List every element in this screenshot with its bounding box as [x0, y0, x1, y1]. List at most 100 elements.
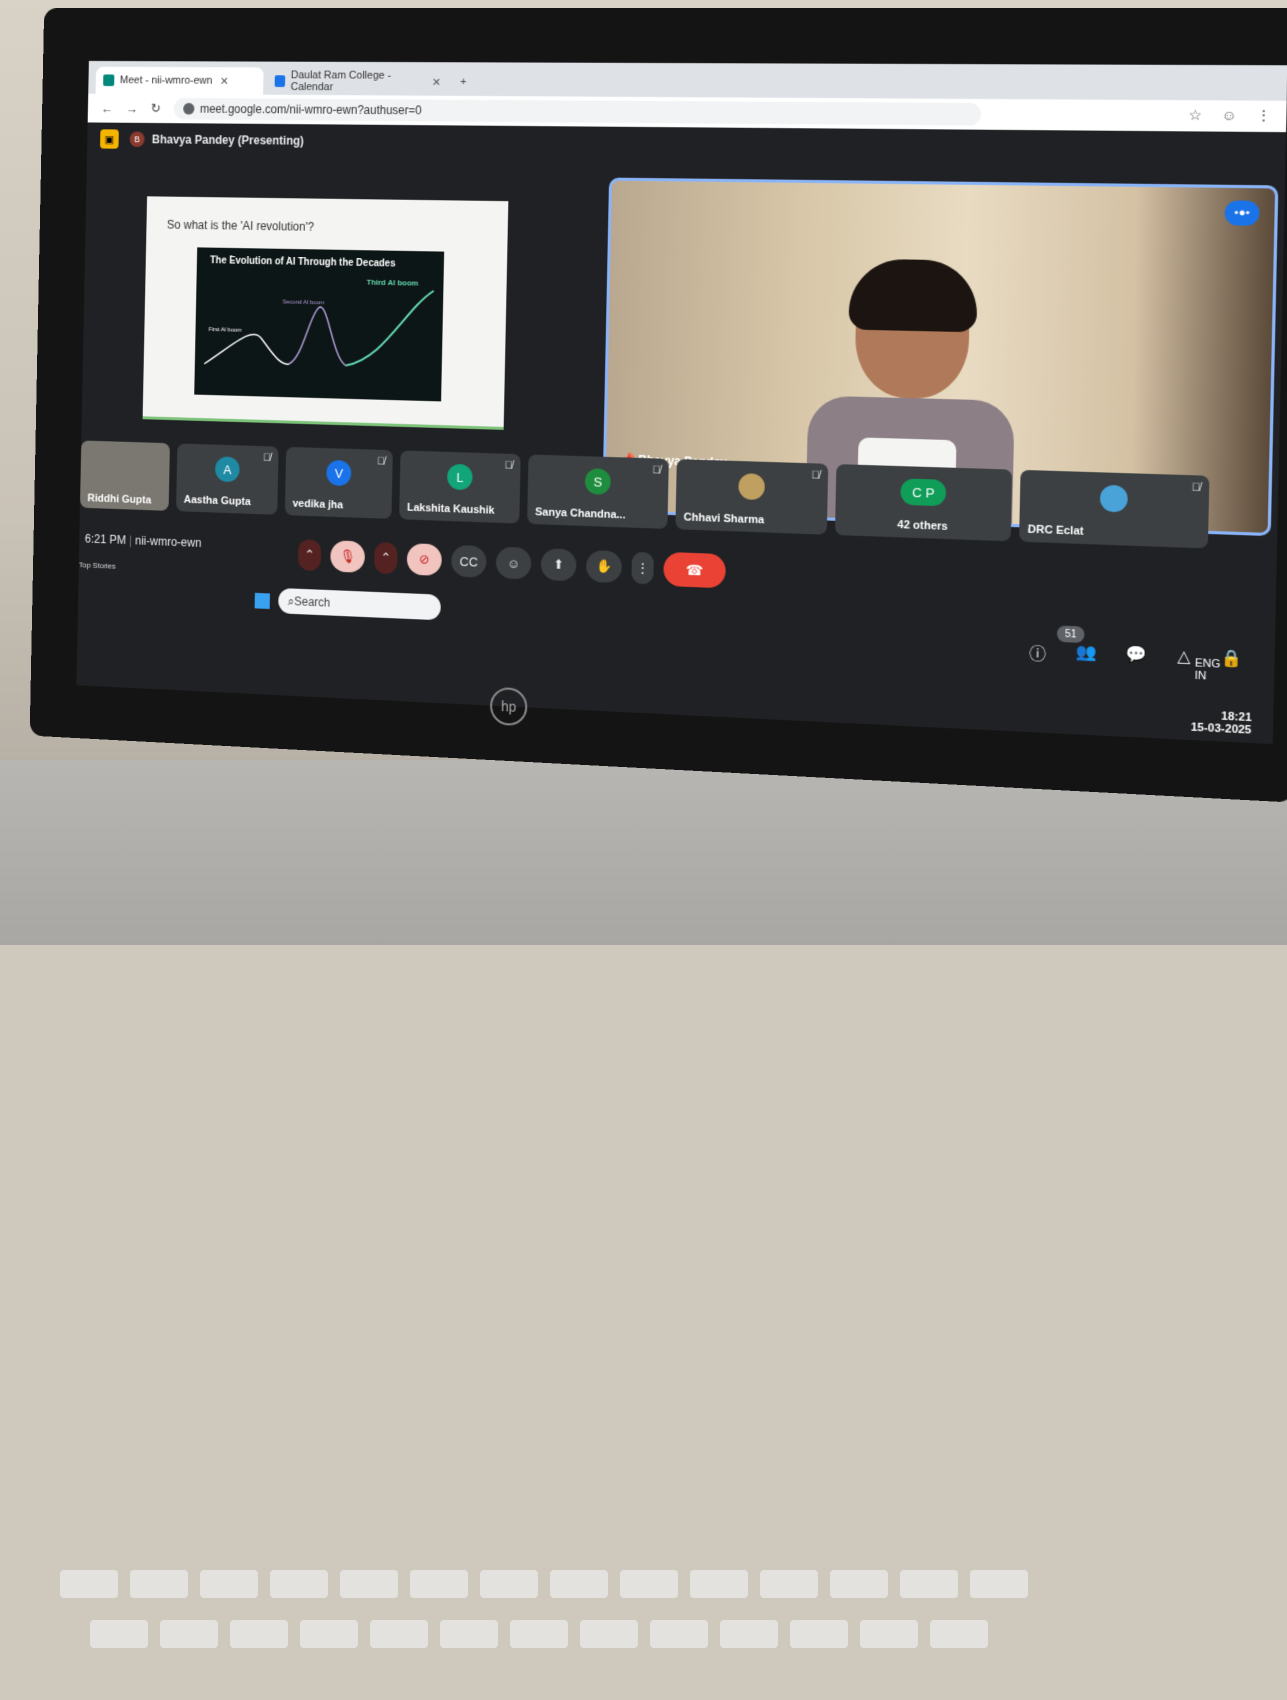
- camera-toggle-button[interactable]: ⊘: [406, 543, 443, 576]
- keyboard: [20, 1550, 1260, 1700]
- mic-toggle-button[interactable]: 🎙: [330, 540, 366, 573]
- laptop-screen: Meet - nii-wmro-ewn ✕ Daulat Ram College…: [76, 60, 1287, 745]
- participant-avatar: S: [584, 468, 611, 495]
- news-widget[interactable]: Top Stories: [79, 560, 116, 570]
- key: [790, 1620, 848, 1648]
- key: [270, 1570, 328, 1598]
- second-boom-label: Second AI boom: [282, 299, 325, 307]
- system-tray: ENG IN: [1194, 657, 1220, 683]
- back-icon[interactable]: ←: [101, 101, 113, 116]
- participant-tile[interactable]: 🎙̸ DRC Eclat: [1019, 469, 1210, 549]
- participant-tile[interactable]: V 🎙̸ vedika jha: [284, 446, 393, 519]
- slide-chart: The Evolution of AI Through the Decades …: [194, 247, 445, 402]
- search-label: Search: [294, 594, 331, 610]
- site-info-icon[interactable]: [183, 102, 195, 115]
- others-tile[interactable]: C P 42 others: [834, 464, 1013, 542]
- participant-tile[interactable]: L 🎙̸ Lakshita Kaushik: [399, 450, 521, 524]
- meeting-code: nii-wmro-ewn: [134, 533, 202, 550]
- chat-icon[interactable]: 💬: [1126, 644, 1148, 670]
- tab-calendar[interactable]: Daulat Ram College - Calendar ✕: [267, 67, 449, 95]
- second-boom-curve: [289, 306, 347, 365]
- key: [720, 1620, 778, 1648]
- key: [860, 1620, 918, 1648]
- key: [440, 1620, 498, 1648]
- language-indicator[interactable]: ENG IN: [1194, 657, 1220, 683]
- present-icon: ▣: [100, 129, 119, 149]
- raise-hand-button[interactable]: ✋: [585, 549, 623, 584]
- meeting-time: 6:21 PM: [84, 531, 127, 547]
- key: [60, 1570, 118, 1598]
- participant-tile[interactable]: Riddhi Gupta: [79, 440, 170, 511]
- participant-tile[interactable]: S 🎙̸ Sanya Chandna...: [527, 454, 669, 529]
- leave-call-button[interactable]: ☎: [663, 551, 727, 589]
- participant-avatar: L: [447, 463, 473, 491]
- participant-avatar-image: [738, 473, 766, 501]
- mic-off-icon: 🎙̸: [652, 464, 661, 477]
- participant-avatar: A: [214, 456, 240, 483]
- laptop-bezel: Meet - nii-wmro-ewn ✕ Daulat Ram College…: [29, 7, 1287, 803]
- present-button[interactable]: ⬆: [540, 548, 577, 582]
- mic-off-icon: 🎙̸: [262, 451, 271, 464]
- key: [550, 1570, 608, 1598]
- more-options-button[interactable]: ⋮: [631, 551, 654, 585]
- others-avatars: C P: [900, 478, 947, 507]
- participant-logo-icon: [1099, 484, 1128, 513]
- key: [620, 1570, 678, 1598]
- mic-off-icon: 🎙̸: [376, 455, 386, 468]
- close-icon[interactable]: ✕: [432, 75, 441, 88]
- language: ENG: [1194, 657, 1221, 671]
- reload-icon[interactable]: ↻: [151, 101, 161, 117]
- call-controls: ⌃ 🎙 ⌃ ⊘ CC ☺ ⬆ ✋ ⋮ ☎: [297, 538, 727, 589]
- forward-icon[interactable]: →: [126, 101, 138, 116]
- presenter-label: Bhavya Pandey (Presenting): [151, 132, 304, 148]
- hp-logo: hp: [489, 686, 528, 727]
- speaking-indicator-icon: •●•: [1224, 200, 1260, 226]
- key: [900, 1570, 958, 1598]
- clock-date: 15-03-2025: [1190, 721, 1252, 737]
- close-icon[interactable]: ✕: [220, 75, 229, 87]
- key: [410, 1570, 468, 1598]
- tab-label: Meet - nii-wmro-ewn: [119, 74, 213, 87]
- calendar-favicon-icon: [274, 75, 286, 88]
- reactions-button[interactable]: ☺: [495, 546, 532, 580]
- key: [760, 1570, 818, 1598]
- activities-icon[interactable]: △: [1177, 646, 1191, 671]
- new-tab-button[interactable]: +: [452, 68, 476, 96]
- participant-tile[interactable]: A 🎙̸ Aastha Gupta: [176, 443, 279, 515]
- participant-name: Sanya Chandna...: [535, 506, 626, 522]
- menu-icon[interactable]: ⋮: [1256, 107, 1272, 125]
- participant-name: vedika jha: [292, 497, 344, 512]
- bookmark-star-icon[interactable]: ☆: [1188, 106, 1202, 124]
- captions-button[interactable]: CC: [451, 544, 487, 578]
- participant-name: DRC Eclat: [1027, 523, 1084, 538]
- people-icon[interactable]: 👥: [1075, 642, 1097, 668]
- key: [830, 1570, 888, 1598]
- host-controls-icon[interactable]: 🔒: [1220, 648, 1242, 674]
- shared-slide: So what is the 'AI revolution'? The Evol…: [142, 196, 509, 430]
- participant-name: Aastha Gupta: [183, 494, 251, 509]
- meet-favicon-icon: [103, 74, 115, 87]
- participant-name: Lakshita Kaushik: [406, 501, 495, 517]
- tab-meet[interactable]: Meet - nii-wmro-ewn ✕: [95, 66, 264, 95]
- news-title: Top Stories: [78, 560, 116, 571]
- key: [930, 1620, 988, 1648]
- mic-off-icon: 🎙̸: [811, 469, 820, 482]
- url-text: meet.google.com/nii-wmro-ewn?authuser=0: [199, 102, 422, 118]
- info-icon[interactable]: ⓘ: [1029, 640, 1046, 665]
- meeting-info: 6:21 PM | nii-wmro-ewn: [84, 531, 202, 550]
- camera-options-chevron-icon[interactable]: ⌃: [374, 541, 398, 575]
- key: [130, 1570, 188, 1598]
- key: [510, 1620, 568, 1648]
- taskbar-clock[interactable]: 18:21 15-03-2025: [1190, 709, 1252, 737]
- taskbar-search[interactable]: ⌕ Search: [278, 587, 441, 621]
- participant-avatar: V: [326, 459, 352, 487]
- windows-start-icon[interactable]: [254, 592, 270, 610]
- mic-options-chevron-icon[interactable]: ⌃: [297, 539, 322, 572]
- others-count: 42 others: [897, 518, 948, 533]
- key: [650, 1620, 708, 1648]
- region: IN: [1194, 669, 1207, 683]
- participant-tile[interactable]: 🎙̸ Chhavi Sharma: [675, 459, 829, 535]
- address-bar[interactable]: meet.google.com/nii-wmro-ewn?authuser=0: [173, 98, 982, 126]
- presenter-avatar: B: [129, 131, 145, 148]
- profile-icon[interactable]: ☺: [1221, 107, 1237, 125]
